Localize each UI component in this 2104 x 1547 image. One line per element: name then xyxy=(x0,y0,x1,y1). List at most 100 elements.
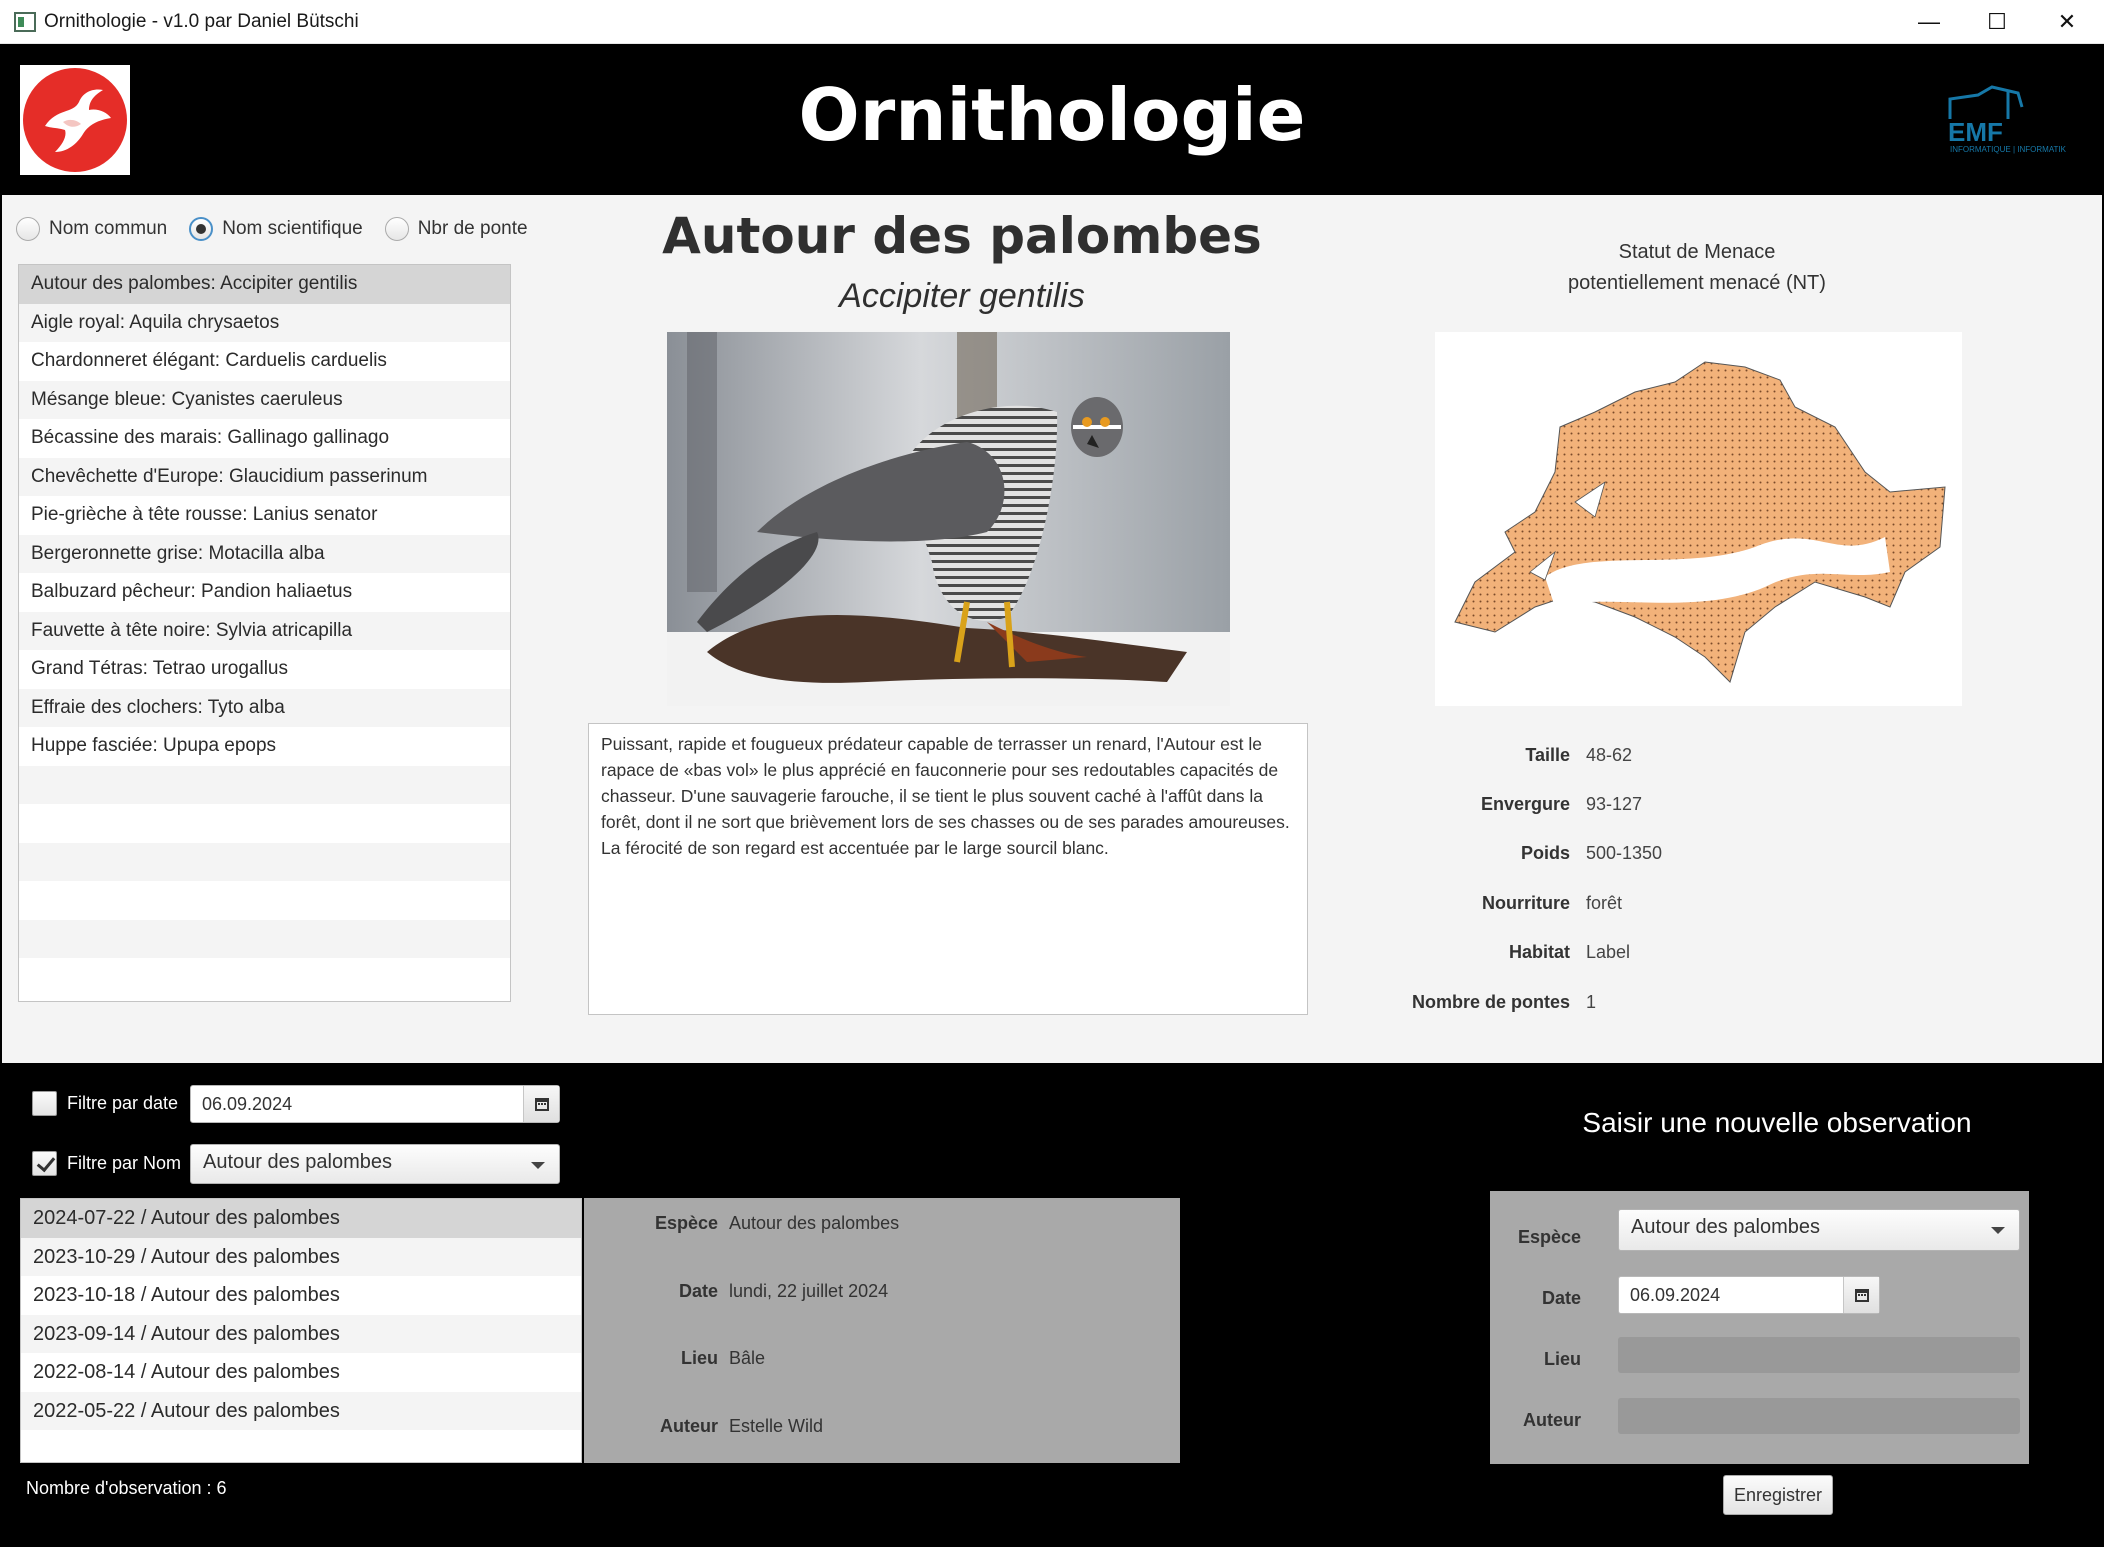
species-panel: Nom commun Nom scientifique Nbr de ponte… xyxy=(2,195,2102,1063)
observation-list[interactable]: 2024-07-22 / Autour des palombes 2023-10… xyxy=(20,1198,582,1463)
app-header: Ornithologie EMF INFORMATIQUE | INFORMAT… xyxy=(2,45,2102,195)
radio-indicator xyxy=(384,217,409,241)
species-list-item[interactable]: Chevêchette d'Europe: Glaucidium passeri… xyxy=(19,457,510,496)
new-observation-form: Espèce Autour des palombes Date 06.09.20… xyxy=(1490,1191,2029,1464)
lieu-input[interactable] xyxy=(1618,1337,2020,1373)
save-button[interactable]: Enregistrer xyxy=(1723,1475,1833,1515)
threat-status-title: Statut de Menace xyxy=(1618,241,1776,263)
fact-label: Nombre de pontes xyxy=(1411,992,1570,1012)
checkbox-label: Filtre par Nom xyxy=(67,1153,182,1173)
fact-label: Taille xyxy=(1525,745,1570,765)
empty-list-row xyxy=(19,919,510,958)
observation-list-item[interactable]: 2023-10-29 / Autour des palombes xyxy=(21,1237,581,1276)
observation-list-item[interactable]: 2022-05-22 / Autour des palombes xyxy=(21,1391,581,1430)
distribution-map xyxy=(1435,332,1962,706)
species-list-item[interactable]: Effraie des clochers: Tyto alba xyxy=(19,688,510,727)
detail-label: Date xyxy=(678,1281,718,1301)
fact-label: Poids xyxy=(1520,843,1570,863)
fact-label: Nourriture xyxy=(1481,893,1570,913)
threat-status: Statut de Menace potentiellement menacé … xyxy=(1422,237,1972,299)
form-label-auteur: Auteur xyxy=(1523,1410,1581,1430)
select-value: Autour des palombes xyxy=(203,1151,393,1173)
app-title: Ornithologie xyxy=(798,73,1306,157)
fact-habitat: Habitat Label xyxy=(1402,942,2002,966)
fact-pontes: Nombre de pontes 1 xyxy=(1402,992,2002,1016)
species-list-item[interactable]: Mésange bleue: Cyanistes caeruleus xyxy=(19,380,510,419)
detail-label: Espèce xyxy=(654,1213,718,1233)
maximize-button[interactable]: ☐ xyxy=(1962,0,2032,44)
species-list-item[interactable]: Pie-grièche à tête rousse: Lanius senato… xyxy=(19,496,510,535)
species-list-item[interactable]: Huppe fasciée: Upupa epops xyxy=(19,727,510,766)
species-select[interactable]: Autour des palombes xyxy=(1618,1209,2020,1251)
chevron-down-icon xyxy=(531,1162,545,1169)
observation-list-item[interactable]: 2024-07-22 / Autour des palombes xyxy=(21,1199,581,1238)
fact-label: Habitat xyxy=(1508,942,1570,962)
form-label-date: Date xyxy=(1541,1288,1581,1308)
detail-value: lundi, 22 juillet 2024 xyxy=(729,1281,889,1301)
detail-label: Lieu xyxy=(680,1348,718,1368)
empty-list-row xyxy=(19,804,510,843)
calendar-button[interactable] xyxy=(1843,1277,1879,1313)
fact-value: Label xyxy=(1586,942,1631,962)
observation-detail: Espèce Autour des palombes Date lundi, 2… xyxy=(584,1198,1180,1463)
sort-radio-scientific-name[interactable]: Nom scientifique xyxy=(189,217,363,241)
observation-count: Nombre d'observation : 6 xyxy=(26,1478,227,1498)
filter-name-select[interactable]: Autour des palombes xyxy=(190,1144,560,1184)
checkbox-box xyxy=(32,1091,57,1116)
detail-label: Auteur xyxy=(660,1416,718,1436)
chevron-down-icon xyxy=(1991,1227,2005,1234)
close-button[interactable]: ✕ xyxy=(2032,0,2102,44)
species-list[interactable]: Autour des palombes: Accipiter gentilis … xyxy=(18,264,511,1002)
sort-radio-common-name[interactable]: Nom commun xyxy=(16,217,167,241)
checkbox-box xyxy=(32,1151,57,1176)
form-label-espece: Espèce xyxy=(1517,1227,1581,1247)
empty-list-row xyxy=(19,842,510,881)
species-list-item[interactable]: Fauvette à tête noire: Sylvia atricapill… xyxy=(19,611,510,650)
emf-logo-text: EMF xyxy=(1948,117,2003,147)
select-value: Autour des palombes xyxy=(1631,1216,1821,1238)
observations-panel: Filtre par date 06.09.2024 Filtre par No… xyxy=(2,1063,2102,1547)
detail-value: Autour des palombes xyxy=(729,1213,900,1233)
observation-date-picker[interactable]: 06.09.2024 xyxy=(1618,1276,1880,1314)
filter-date-checkbox[interactable]: Filtre par date xyxy=(32,1091,178,1116)
radio-label: Nom commun xyxy=(49,218,168,239)
bird-description[interactable]: Puissant, rapide et fougueux prédateur c… xyxy=(588,723,1308,1015)
empty-list-row xyxy=(19,881,510,920)
form-label-lieu: Lieu xyxy=(1543,1349,1581,1369)
emf-logo-subtitle: INFORMATIQUE | INFORMATIK xyxy=(1950,145,2066,154)
observation-list-item[interactable]: 2022-08-14 / Autour des palombes xyxy=(21,1353,581,1392)
filter-date-picker[interactable]: 06.09.2024 xyxy=(190,1085,560,1123)
bird-photo xyxy=(667,332,1230,706)
auteur-input[interactable] xyxy=(1618,1398,2020,1434)
fact-value: 93-127 xyxy=(1586,794,1643,814)
species-list-item[interactable]: Autour des palombes: Accipiter gentilis xyxy=(19,265,510,304)
sort-radio-clutch-count[interactable]: Nbr de ponte xyxy=(384,217,528,241)
fact-value: 48-62 xyxy=(1586,745,1633,765)
minimize-button[interactable]: — xyxy=(1894,0,1964,44)
calendar-button[interactable] xyxy=(523,1086,559,1122)
species-list-item[interactable]: Chardonneret élégant: Carduelis cardueli… xyxy=(19,342,510,381)
fact-envergure: Envergure 93-127 xyxy=(1402,794,2002,818)
species-list-item[interactable]: Balbuzard pêcheur: Pandion haliaetus xyxy=(19,573,510,612)
species-list-item[interactable]: Grand Tétras: Tetrao urogallus xyxy=(19,650,510,689)
date-value: 06.09.2024 xyxy=(1630,1285,1721,1305)
fact-value: forêt xyxy=(1586,893,1623,913)
radio-label: Nbr de ponte xyxy=(417,218,528,239)
observation-list-item[interactable]: 2023-10-18 / Autour des palombes xyxy=(21,1276,581,1315)
sort-options: Nom commun Nom scientifique Nbr de ponte xyxy=(16,217,550,241)
emf-logo: EMF INFORMATIQUE | INFORMATIK xyxy=(1948,85,2088,165)
species-list-item[interactable]: Aigle royal: Aquila chrysaetos xyxy=(19,303,510,342)
observation-list-item[interactable]: 2023-09-14 / Autour des palombes xyxy=(21,1314,581,1353)
species-list-item[interactable]: Bergeronnette grise: Motacilla alba xyxy=(19,534,510,573)
empty-list-row xyxy=(19,958,510,997)
bird-scientific-name: Accipiter gentilis xyxy=(839,277,1085,315)
species-list-item[interactable]: Bécassine des marais: Gallinago gallinag… xyxy=(19,419,510,458)
filter-name-checkbox[interactable]: Filtre par Nom xyxy=(32,1151,181,1176)
fact-value: 1 xyxy=(1586,992,1597,1012)
calendar-icon xyxy=(534,1097,549,1111)
radio-indicator xyxy=(16,217,40,241)
fact-value: 500-1350 xyxy=(1586,843,1663,863)
bird-common-name: Autour des palombes xyxy=(662,207,1262,265)
date-value: 06.09.2024 xyxy=(202,1094,293,1114)
window-title: Ornithologie - v1.0 par Daniel Bütschi xyxy=(44,11,359,32)
